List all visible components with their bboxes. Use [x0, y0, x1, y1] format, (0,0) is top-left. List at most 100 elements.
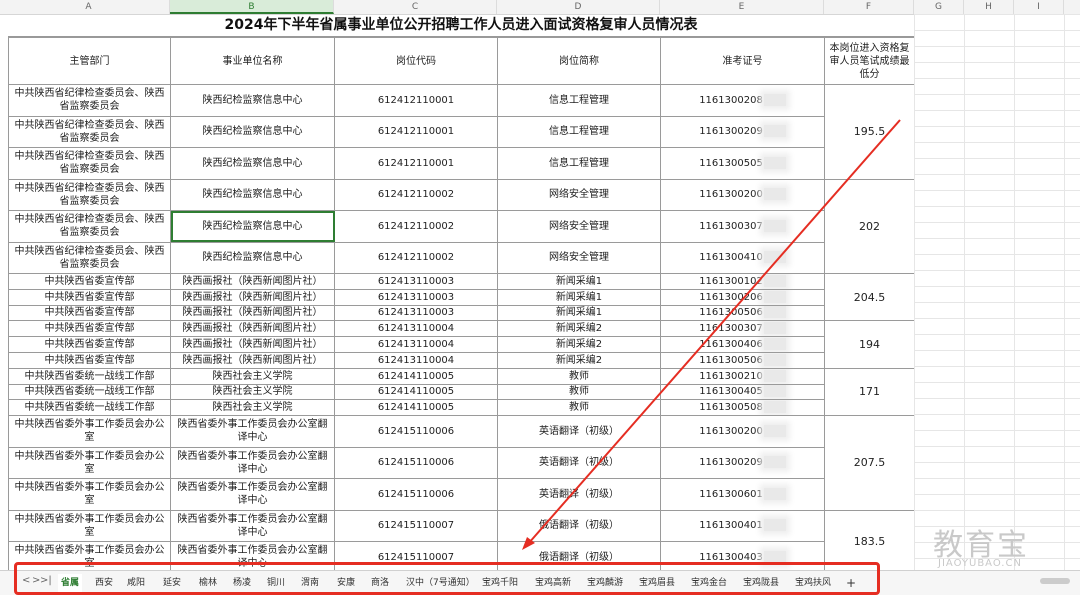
ticket-no-cell[interactable]: 1161300307 — [660, 210, 825, 243]
sheet-tab[interactable]: 榆林 — [196, 574, 220, 592]
unit-cell[interactable]: 陕西纪检监察信息中心 — [170, 178, 335, 211]
post-name-cell[interactable]: 俄语翻译（初级） — [497, 541, 661, 570]
table-header-cell[interactable]: 岗位简称 — [497, 37, 661, 85]
min-score-cell[interactable]: 194 — [824, 320, 915, 369]
ticket-no-cell[interactable]: 1161300508 — [660, 399, 825, 417]
dept-cell[interactable]: 中共陕西省委外事工作委员会办公室 — [8, 446, 171, 480]
post-name-cell[interactable]: 教师 — [497, 383, 661, 401]
ticket-no-cell[interactable]: 1161300200 — [660, 415, 825, 448]
dept-cell[interactable]: 中共陕西省纪律检查委员会、陕西省监察委员会 — [8, 84, 171, 117]
sheet-tab[interactable]: 宝鸡千阳 — [478, 574, 522, 592]
min-score-cell[interactable]: 204.5 — [824, 272, 915, 322]
dept-cell[interactable]: 中共陕西省委外事工作委员会办公室 — [8, 478, 171, 511]
unit-cell[interactable]: 陕西社会主义学院 — [170, 367, 335, 385]
sheet-tab[interactable]: 宝鸡扶风 — [790, 574, 836, 592]
table-header-cell[interactable]: 主管部门 — [8, 37, 171, 85]
unit-cell[interactable]: 陕西画报社（陕西新闻图片社） — [170, 351, 335, 369]
post-code-cell[interactable]: 612414110005 — [334, 399, 498, 417]
post-code-cell[interactable]: 612412110001 — [334, 147, 498, 180]
unit-cell[interactable]: 陕西纪检监察信息中心 — [170, 115, 335, 148]
post-code-cell[interactable]: 612412110001 — [334, 115, 498, 148]
dept-cell[interactable]: 中共陕西省纪律检查委员会、陕西省监察委员会 — [8, 115, 171, 148]
ticket-no-cell[interactable]: 1161300506 — [660, 304, 825, 322]
ticket-no-cell[interactable]: 1161300102 — [660, 273, 825, 290]
sheet-tab[interactable]: 延安 — [160, 574, 184, 592]
column-header[interactable]: I — [1014, 0, 1064, 14]
post-code-cell[interactable]: 612415110006 — [334, 478, 498, 511]
unit-cell[interactable]: 陕西画报社（陕西新闻图片社） — [170, 288, 335, 306]
ticket-no-cell[interactable]: 1161300403 — [660, 541, 825, 570]
dept-cell[interactable]: 中共陕西省委外事工作委员会办公室 — [8, 415, 171, 448]
dept-cell[interactable]: 中共陕西省纪律检查委员会、陕西省监察委员会 — [8, 210, 171, 243]
ticket-no-cell[interactable]: 1161300209 — [660, 115, 825, 148]
post-name-cell[interactable]: 俄语翻译（初级） — [497, 509, 661, 543]
sheet-tab[interactable]: 咸阳 — [124, 574, 148, 592]
post-code-cell[interactable]: 612412110002 — [334, 241, 498, 274]
table-header-cell[interactable]: 本岗位进入资格复审人员笔试成绩最低分 — [824, 37, 915, 85]
unit-cell[interactable]: 陕西画报社（陕西新闻图片社） — [170, 336, 335, 353]
post-name-cell[interactable]: 新闻采编2 — [497, 320, 661, 338]
ticket-no-cell[interactable]: 1161300208 — [660, 84, 825, 117]
table-header-cell[interactable]: 准考证号 — [660, 37, 825, 85]
sheet-tab[interactable]: 宝鸡金台 — [686, 574, 732, 592]
min-score-cell[interactable]: 202 — [824, 178, 915, 274]
post-code-cell[interactable]: 612413110003 — [334, 288, 498, 306]
unit-cell[interactable]: 陕西省委外事工作委员会办公室翻译中心 — [170, 446, 335, 480]
sheet-tab[interactable]: 西安 — [92, 574, 116, 592]
column-header[interactable]: C — [334, 0, 497, 14]
post-name-cell[interactable]: 网络安全管理 — [497, 210, 661, 243]
post-code-cell[interactable]: 612412110002 — [334, 210, 498, 243]
unit-cell[interactable]: 陕西纪检监察信息中心 — [170, 84, 335, 117]
ticket-no-cell[interactable]: 1161300405 — [660, 383, 825, 401]
post-code-cell[interactable]: 612413110004 — [334, 336, 498, 353]
unit-cell[interactable]: 陕西画报社（陕西新闻图片社） — [170, 304, 335, 322]
post-name-cell[interactable]: 新闻采编1 — [497, 288, 661, 306]
empty-cells[interactable] — [914, 14, 1080, 570]
ticket-no-cell[interactable]: 1161300410 — [660, 241, 825, 274]
sheet-tab[interactable]: 铜川 — [264, 574, 288, 592]
horizontal-scrollbar[interactable] — [1040, 578, 1070, 584]
post-name-cell[interactable]: 教师 — [497, 399, 661, 417]
dept-cell[interactable]: 中共陕西省纪律检查委员会、陕西省监察委员会 — [8, 178, 171, 211]
unit-cell[interactable]: 陕西画报社（陕西新闻图片社） — [170, 273, 335, 290]
dept-cell[interactable]: 中共陕西省纪律检查委员会、陕西省监察委员会 — [8, 241, 171, 274]
post-name-cell[interactable]: 网络安全管理 — [497, 241, 661, 274]
ticket-no-cell[interactable]: 1161300401 — [660, 509, 825, 543]
unit-cell[interactable]: 陕西纪检监察信息中心 — [170, 241, 335, 274]
unit-cell[interactable]: 陕西画报社（陕西新闻图片社） — [170, 320, 335, 338]
column-header[interactable]: A — [8, 0, 170, 14]
post-name-cell[interactable]: 信息工程管理 — [497, 84, 661, 117]
column-header[interactable]: B — [170, 0, 334, 14]
column-header[interactable]: E — [660, 0, 824, 14]
column-header[interactable]: D — [497, 0, 660, 14]
post-code-cell[interactable]: 612413110003 — [334, 273, 498, 290]
unit-cell[interactable]: 陕西省委外事工作委员会办公室翻译中心 — [170, 415, 335, 448]
ticket-no-cell[interactable]: 1161300209 — [660, 446, 825, 480]
dept-cell[interactable]: 中共陕西省委宣传部 — [8, 304, 171, 322]
ticket-no-cell[interactable]: 1161300601 — [660, 478, 825, 511]
sheet-tab[interactable]: 渭南 — [298, 574, 322, 592]
column-header[interactable]: F — [824, 0, 914, 14]
dept-cell[interactable]: 中共陕西省委统一战线工作部 — [8, 399, 171, 417]
post-name-cell[interactable]: 英语翻译（初级） — [497, 415, 661, 448]
ticket-no-cell[interactable]: 1161300200 — [660, 178, 825, 211]
post-code-cell[interactable]: 612412110002 — [334, 178, 498, 211]
post-code-cell[interactable]: 612415110007 — [334, 541, 498, 570]
dept-cell[interactable]: 中共陕西省委宣传部 — [8, 288, 171, 306]
ticket-no-cell[interactable]: 1161300506 — [660, 351, 825, 369]
post-code-cell[interactable]: 612413110004 — [334, 351, 498, 369]
dept-cell[interactable]: 中共陕西省委统一战线工作部 — [8, 383, 171, 401]
tab-scroll-last-icon[interactable]: >| — [40, 575, 52, 586]
dept-cell[interactable]: 中共陕西省纪律检查委员会、陕西省监察委员会 — [8, 147, 171, 180]
post-code-cell[interactable]: 612415110006 — [334, 446, 498, 480]
post-name-cell[interactable]: 网络安全管理 — [497, 178, 661, 211]
column-header[interactable]: H — [964, 0, 1014, 14]
post-name-cell[interactable]: 新闻采编1 — [497, 304, 661, 322]
unit-cell[interactable]: 陕西省委外事工作委员会办公室翻译中心 — [170, 478, 335, 511]
post-code-cell[interactable]: 612412110001 — [334, 84, 498, 117]
sheet-title[interactable]: 2024年下半年省属事业单位公开招聘工作人员进入面试资格复审人员情况表 — [8, 14, 914, 37]
sheet-tab[interactable]: 杨凌 — [230, 574, 254, 592]
dept-cell[interactable]: 中共陕西省委统一战线工作部 — [8, 367, 171, 385]
min-score-cell[interactable]: 207.5 — [824, 415, 915, 511]
post-code-cell[interactable]: 612415110007 — [334, 509, 498, 543]
